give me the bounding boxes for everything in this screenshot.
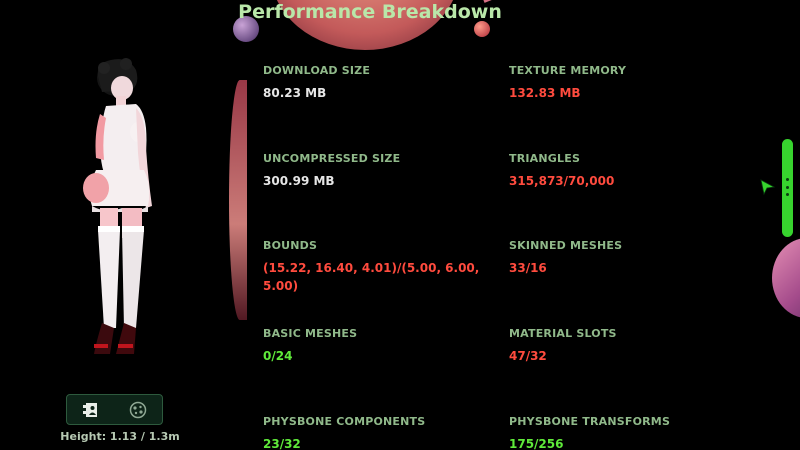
stat-value: (15.22, 16.40, 4.01)/(5.00, 6.00, 5.00) [263,261,480,293]
avatar-details-button[interactable] [78,399,104,421]
stat-label: DOWNLOAD SIZE [263,64,371,77]
avatar-figure [83,58,152,354]
page-title: Performance Breakdown [0,0,740,24]
stat-uncompressed-size: UNCOMPRESSED SIZE 300.99 MB [263,152,503,190]
page-title-text: Performance Breakdown [238,1,502,23]
pointer-cursor-icon [760,179,776,196]
stat-basic-meshes: BASIC MESHES 0/24 [263,327,503,365]
avatar-toolbar [66,394,163,425]
stat-label: BASIC MESHES [263,327,358,340]
more-vertical-icon [783,178,791,196]
stat-label: UNCOMPRESSED SIZE [263,152,401,165]
stat-triangles: TRIANGLES 315,873/70,000 [509,152,749,190]
stat-label: TRIANGLES [509,152,581,165]
avatar-height-label: Height: 1.13 / 1.3m [60,430,180,443]
performance-button[interactable] [125,399,151,421]
stat-value: 47/32 [509,349,547,363]
stat-value: 300.99 MB [263,174,335,188]
stat-value: 33/16 [509,261,547,275]
stat-texture-memory: TEXTURE MEMORY 132.83 MB [509,64,749,102]
stat-label: TEXTURE MEMORY [509,64,627,77]
stat-label: MATERIAL SLOTS [509,327,617,340]
stat-download-size: DOWNLOAD SIZE 80.23 MB [263,64,503,102]
stat-value: 23/32 [263,437,301,450]
stat-skinned-meshes: SKINNED MESHES 33/16 [509,239,749,277]
avatar-details-icon [82,402,97,417]
stat-physbone-components: PHYSBONE COMPONENTS 23/32 [263,415,503,450]
stat-value: 80.23 MB [263,86,327,100]
stat-value: 132.83 MB [509,86,581,100]
stat-label: PHYSBONE COMPONENTS [263,415,426,428]
stat-material-slots: MATERIAL SLOTS 47/32 [509,327,749,365]
stat-label: PHYSBONE TRANSFORMS [509,415,671,428]
decorative-orb-right [772,238,800,318]
stat-bounds: BOUNDS (15.22, 16.40, 4.01)/(5.00, 6.00,… [263,239,498,295]
stat-value: 0/24 [263,349,293,363]
performance-icon [130,401,147,418]
avatar-preview[interactable] [66,58,176,358]
stat-physbone-transforms: PHYSBONE TRANSFORMS 175/256 [509,415,749,450]
stat-value: 315,873/70,000 [509,174,615,188]
stat-label: BOUNDS [263,239,318,252]
stat-value: 175/256 [509,437,564,450]
decorative-panel-edge [229,80,247,320]
stat-label: SKINNED MESHES [509,239,623,252]
performance-breakdown-screen: Performance Breakdown Height: 1.13 / 1.3… [0,0,800,450]
